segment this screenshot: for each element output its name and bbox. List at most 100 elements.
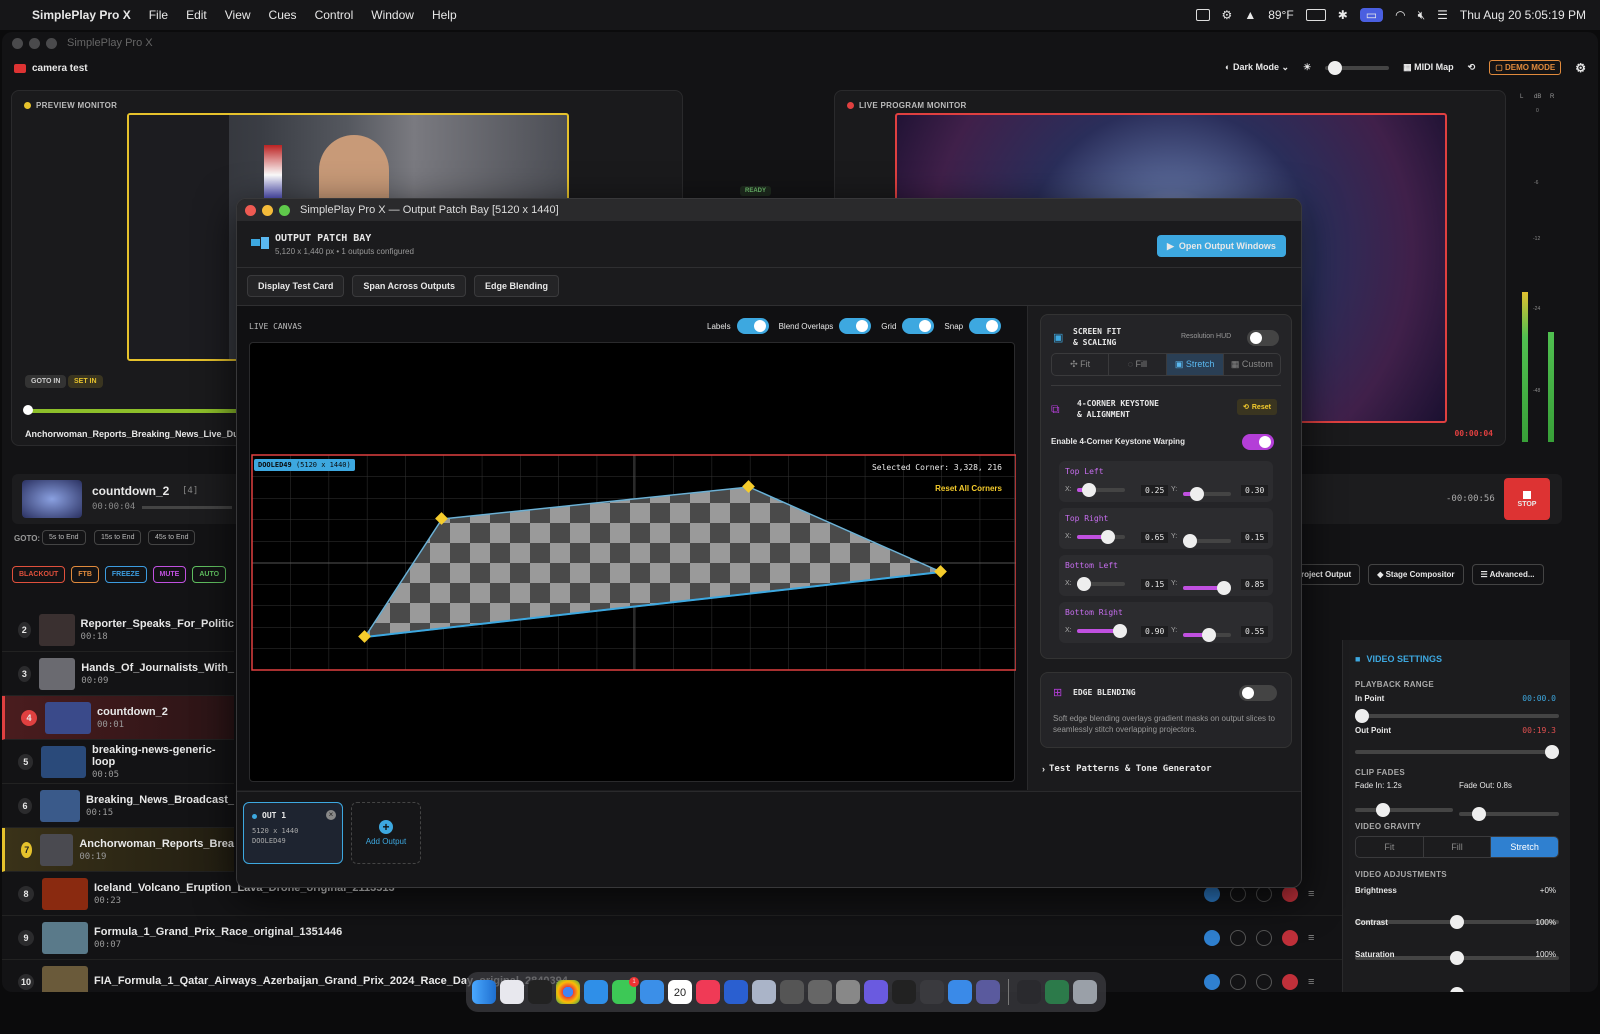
safari-icon[interactable] bbox=[584, 980, 608, 1004]
screenshot-icon[interactable] bbox=[1195, 9, 1210, 21]
menu-view[interactable]: View bbox=[225, 8, 251, 22]
record-icon[interactable] bbox=[1230, 930, 1246, 946]
fade-in-slider[interactable] bbox=[1355, 803, 1453, 817]
menu-control[interactable]: Control bbox=[315, 8, 354, 22]
loop-icon[interactable] bbox=[1204, 974, 1220, 990]
preview-scrubber[interactable] bbox=[26, 409, 248, 413]
mode-stretch[interactable]: ▣ Stretch bbox=[1166, 354, 1224, 375]
launchpad-icon[interactable] bbox=[500, 980, 524, 1004]
zoom-button[interactable] bbox=[46, 37, 57, 49]
in-point-slider[interactable] bbox=[1355, 709, 1559, 723]
snap-toggle[interactable] bbox=[969, 318, 1002, 334]
corner-x-slider[interactable] bbox=[1077, 483, 1125, 497]
corner-x-slider[interactable] bbox=[1077, 577, 1125, 591]
weather-text[interactable]: 89°F bbox=[1268, 8, 1293, 22]
activity-monitor-icon[interactable] bbox=[1045, 980, 1069, 1004]
menu-file[interactable]: File bbox=[149, 8, 168, 22]
goto-in-button[interactable]: GOTO IN bbox=[25, 375, 67, 388]
drag-handle-icon[interactable]: ≡ bbox=[1308, 888, 1314, 900]
settings-gear-icon[interactable]: ⚙ bbox=[1575, 61, 1586, 75]
tv-app-icon[interactable] bbox=[528, 980, 552, 1004]
keystone-enable-toggle[interactable] bbox=[1242, 434, 1275, 450]
menu-edit[interactable]: Edit bbox=[186, 8, 207, 22]
canvas-svg[interactable] bbox=[250, 343, 1016, 783]
fx-button-freeze[interactable]: FREEZE bbox=[104, 566, 147, 583]
project-output-button[interactable]: roject Output bbox=[1292, 564, 1361, 585]
preview-scrub-knob[interactable] bbox=[23, 405, 33, 415]
reset-all-corners-link[interactable]: Reset All Corners bbox=[935, 484, 1002, 493]
record-icon[interactable] bbox=[1230, 974, 1246, 990]
drag-handle-icon[interactable]: ≡ bbox=[1308, 976, 1314, 988]
tab-span-across-outputs[interactable]: Span Across Outputs bbox=[352, 275, 467, 297]
goto-45s-button[interactable]: 45s to End bbox=[148, 530, 196, 545]
calendar-icon[interactable]: 20 bbox=[668, 980, 692, 1004]
corner-x-slider[interactable] bbox=[1077, 530, 1125, 544]
system-settings-icon[interactable] bbox=[836, 980, 860, 1004]
cue-row-3[interactable]: 3 Hands_Of_Journalists_With_ 00:09 bbox=[2, 652, 234, 696]
cue-row-7[interactable]: 7 Anchorwoman_Reports_Brea 00:19 bbox=[2, 828, 234, 872]
corner-y-slider[interactable] bbox=[1183, 487, 1231, 501]
menu-app-name[interactable]: SimplePlay Pro X bbox=[32, 8, 131, 22]
weather-icon[interactable]: ▲ bbox=[1244, 8, 1256, 22]
corner-x-value[interactable]: 0.65 bbox=[1141, 532, 1169, 543]
canvas-viewport[interactable]: DOOLED49 (5120 x 1440) Selected Corner: … bbox=[249, 342, 1016, 783]
chrome-icon[interactable] bbox=[556, 980, 580, 1004]
stage-compositor-button[interactable]: ◆ Stage Compositor bbox=[1368, 564, 1464, 585]
corner-y-slider[interactable] bbox=[1183, 581, 1231, 595]
blend-overlaps-toggle[interactable] bbox=[839, 318, 872, 334]
control-icon[interactable]: ⚙ bbox=[1222, 8, 1233, 22]
control-center-icon[interactable]: ☰ bbox=[1437, 8, 1448, 22]
tab-edge-blending[interactable]: Edge Blending bbox=[474, 275, 560, 297]
drag-handle-icon[interactable]: ≡ bbox=[1308, 932, 1314, 944]
corner-x-value[interactable]: 0.15 bbox=[1141, 579, 1169, 590]
close-button[interactable] bbox=[12, 37, 23, 49]
screen-mirror-icon[interactable]: ▭ bbox=[1359, 8, 1384, 22]
remove-output-icon[interactable]: × bbox=[326, 810, 336, 820]
screen-sharing-icon[interactable] bbox=[948, 980, 972, 1004]
mode-custom[interactable]: ▦ Custom bbox=[1224, 354, 1280, 375]
mail-icon[interactable] bbox=[640, 980, 664, 1004]
out-point-slider[interactable] bbox=[1355, 745, 1559, 759]
mode-fill[interactable]: ◌ Fill bbox=[1109, 354, 1167, 375]
theme-selector[interactable]: ◐ Dark Mode ⌄ bbox=[1225, 62, 1289, 73]
corner-y-slider[interactable] bbox=[1183, 628, 1231, 642]
set-in-button[interactable]: SET IN bbox=[68, 375, 103, 388]
cue-row-5[interactable]: 5 breaking-news-generic-loop 00:05 bbox=[2, 740, 234, 784]
fade-out-slider[interactable] bbox=[1459, 807, 1559, 821]
app-store-icon[interactable] bbox=[976, 980, 1000, 1004]
corner-y-value[interactable]: 0.55 bbox=[1241, 626, 1269, 637]
keystone-reset-button[interactable]: ⟲ Reset bbox=[1237, 399, 1277, 415]
corner-y-value[interactable]: 0.85 bbox=[1241, 579, 1269, 590]
trash-icon[interactable] bbox=[1073, 980, 1097, 1004]
menu-cues[interactable]: Cues bbox=[269, 8, 297, 22]
delete-icon[interactable] bbox=[1282, 886, 1298, 902]
instruments-icon[interactable] bbox=[892, 980, 916, 1004]
gravity-fit[interactable]: Fit bbox=[1356, 837, 1424, 857]
minimize-button[interactable] bbox=[29, 37, 40, 49]
fx-button-mute[interactable]: MUTE bbox=[152, 566, 187, 583]
vpn-icon[interactable] bbox=[864, 980, 888, 1004]
resolution-hud-toggle[interactable] bbox=[1247, 330, 1279, 346]
corner-x-value[interactable]: 0.25 bbox=[1141, 485, 1169, 496]
tab-display-test-card[interactable]: Display Test Card bbox=[247, 275, 345, 297]
open-output-windows-button[interactable]: ▶ Open Output Windows bbox=[1157, 235, 1286, 257]
delete-icon[interactable] bbox=[1282, 930, 1298, 946]
cue-row-2[interactable]: 2 Reporter_Speaks_For_Politic 00:18 bbox=[2, 608, 234, 652]
dialog-close-button[interactable] bbox=[245, 204, 256, 216]
volume-icon[interactable] bbox=[1256, 930, 1272, 946]
gravity-fill[interactable]: Fill bbox=[1424, 837, 1492, 857]
cue-row-4[interactable]: 4 countdown_2 00:01 bbox=[2, 696, 234, 740]
gravity-stretch[interactable]: Stretch bbox=[1491, 837, 1558, 857]
corner-x-value[interactable]: 0.90 bbox=[1141, 626, 1169, 637]
goto-15s-button[interactable]: 15s to End bbox=[94, 530, 142, 545]
volume-icon[interactable] bbox=[1256, 974, 1272, 990]
corner-x-slider[interactable] bbox=[1077, 624, 1128, 638]
finder-icon[interactable] bbox=[472, 980, 496, 1004]
bluetooth-icon[interactable]: ✱ bbox=[1338, 8, 1348, 22]
xcode-icon[interactable] bbox=[724, 980, 748, 1004]
menu-window[interactable]: Window bbox=[371, 8, 414, 22]
preview-app-icon[interactable] bbox=[752, 980, 776, 1004]
wifi-icon[interactable]: ◠ bbox=[1395, 8, 1405, 22]
battery-icon[interactable] bbox=[1305, 9, 1326, 21]
fx-button-auto[interactable]: AUTO bbox=[192, 566, 227, 583]
